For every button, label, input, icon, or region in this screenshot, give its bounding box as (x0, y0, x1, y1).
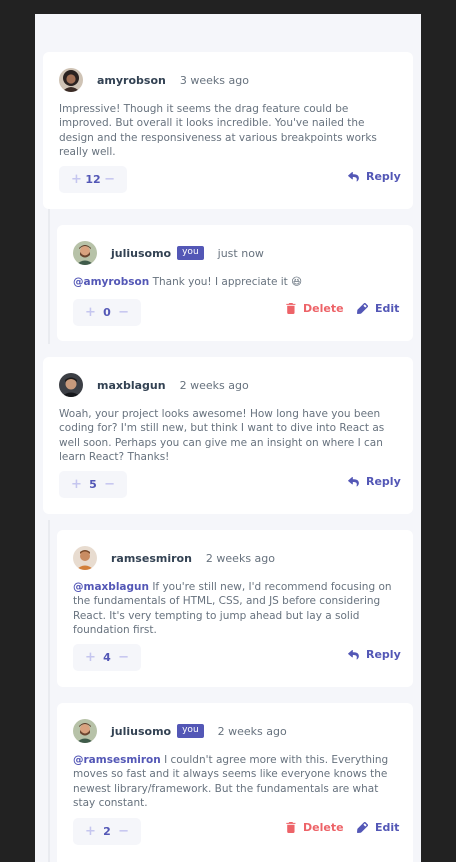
delete-button[interactable]: Delete (286, 302, 344, 315)
reply-card: juliusomo you just now @amyrobson Thank … (57, 225, 413, 341)
username[interactable]: juliusomo (111, 247, 171, 260)
reply-icon (348, 476, 359, 486)
avatar[interactable] (73, 546, 97, 570)
vote-counter: + 12 − (59, 166, 127, 193)
comment-text: Impressive! Though it seems the drag fea… (59, 102, 399, 160)
score: 4 (103, 651, 111, 664)
timestamp: 2 weeks ago (179, 378, 249, 392)
comment-text: @maxblagun If you're still new, I'd reco… (73, 580, 401, 638)
reply-button[interactable]: Reply (348, 475, 401, 488)
downvote-button[interactable]: − (118, 651, 129, 664)
reply-thread-line (48, 520, 50, 862)
you-badge: you (177, 724, 204, 738)
score: 0 (103, 306, 111, 319)
username[interactable]: juliusomo (111, 725, 171, 738)
downvote-button[interactable]: − (104, 173, 115, 186)
trash-icon (286, 822, 296, 833)
comment-header: ramsesmiron 2 weeks ago (73, 546, 275, 570)
upvote-button[interactable]: + (85, 306, 96, 319)
comment-text: Woah, your project looks awesome! How lo… (59, 407, 401, 465)
delete-button[interactable]: Delete (286, 821, 344, 834)
upvote-button[interactable]: + (85, 825, 96, 838)
comments-page: amyrobson 3 weeks ago Impressive! Though… (35, 14, 421, 862)
mention[interactable]: @maxblagun (73, 581, 149, 593)
pencil-icon (357, 822, 368, 833)
edit-button[interactable]: Edit (357, 821, 399, 834)
downvote-button[interactable]: − (118, 306, 129, 319)
upvote-button[interactable]: + (71, 173, 82, 186)
score: 12 (85, 173, 101, 186)
timestamp: 2 weeks ago (217, 724, 287, 738)
avatar[interactable] (59, 373, 83, 397)
comment-header: maxblagun 2 weeks ago (59, 373, 249, 397)
pencil-icon (357, 303, 368, 314)
edit-label: Edit (375, 821, 400, 834)
delete-label: Delete (303, 821, 344, 834)
comment-header: amyrobson 3 weeks ago (59, 68, 249, 92)
trash-icon (286, 303, 296, 314)
reply-label: Reply (366, 170, 401, 183)
score: 2 (103, 825, 111, 838)
timestamp: 3 weeks ago (179, 73, 249, 87)
comment-text: @ramsesmiron I couldn't agree more with … (73, 753, 403, 811)
reply-card: ramsesmiron 2 weeks ago @maxblagun If yo… (57, 530, 413, 687)
timestamp: just now (217, 246, 264, 260)
reply-button[interactable]: Reply (348, 648, 401, 661)
username[interactable]: amyrobson (97, 74, 166, 87)
upvote-button[interactable]: + (85, 651, 96, 664)
username[interactable]: maxblagun (97, 379, 166, 392)
reply-label: Reply (366, 475, 401, 488)
comment-card: maxblagun 2 weeks ago Woah, your project… (43, 357, 413, 514)
comment-body: Impressive! Though it seems the drag fea… (59, 103, 377, 159)
avatar[interactable] (59, 68, 83, 92)
mention[interactable]: @amyrobson (73, 276, 149, 288)
delete-label: Delete (303, 302, 344, 315)
avatar[interactable] (73, 719, 97, 743)
upvote-button[interactable]: + (71, 478, 82, 491)
username[interactable]: ramsesmiron (111, 552, 192, 565)
comment-header: juliusomo you 2 weeks ago (73, 719, 287, 743)
score: 5 (89, 478, 97, 491)
vote-counter: + 5 − (59, 471, 127, 498)
avatar[interactable] (73, 241, 97, 265)
reply-icon (348, 171, 359, 181)
comment-header: juliusomo you just now (73, 241, 264, 265)
downvote-button[interactable]: − (118, 825, 129, 838)
vote-counter: + 2 − (73, 818, 141, 845)
timestamp: 2 weeks ago (205, 551, 275, 565)
reply-label: Reply (366, 648, 401, 661)
comment-body: Woah, your project looks awesome! How lo… (59, 408, 385, 464)
you-badge: you (177, 246, 204, 260)
vote-counter: + 0 − (73, 299, 141, 326)
reply-button[interactable]: Reply (348, 170, 401, 183)
edit-label: Edit (375, 302, 400, 315)
reply-card: juliusomo you 2 weeks ago @ramsesmiron I… (57, 703, 413, 862)
reply-thread-line (48, 194, 50, 344)
comment-body: Thank you! I appreciate it 😆 (152, 276, 303, 288)
comment-text: @amyrobson Thank you! I appreciate it 😆 (73, 275, 401, 289)
reply-icon (348, 649, 359, 659)
downvote-button[interactable]: − (104, 478, 115, 491)
comment-card: amyrobson 3 weeks ago Impressive! Though… (43, 52, 413, 209)
edit-button[interactable]: Edit (357, 302, 399, 315)
vote-counter: + 4 − (73, 644, 141, 671)
mention[interactable]: @ramsesmiron (73, 754, 161, 766)
